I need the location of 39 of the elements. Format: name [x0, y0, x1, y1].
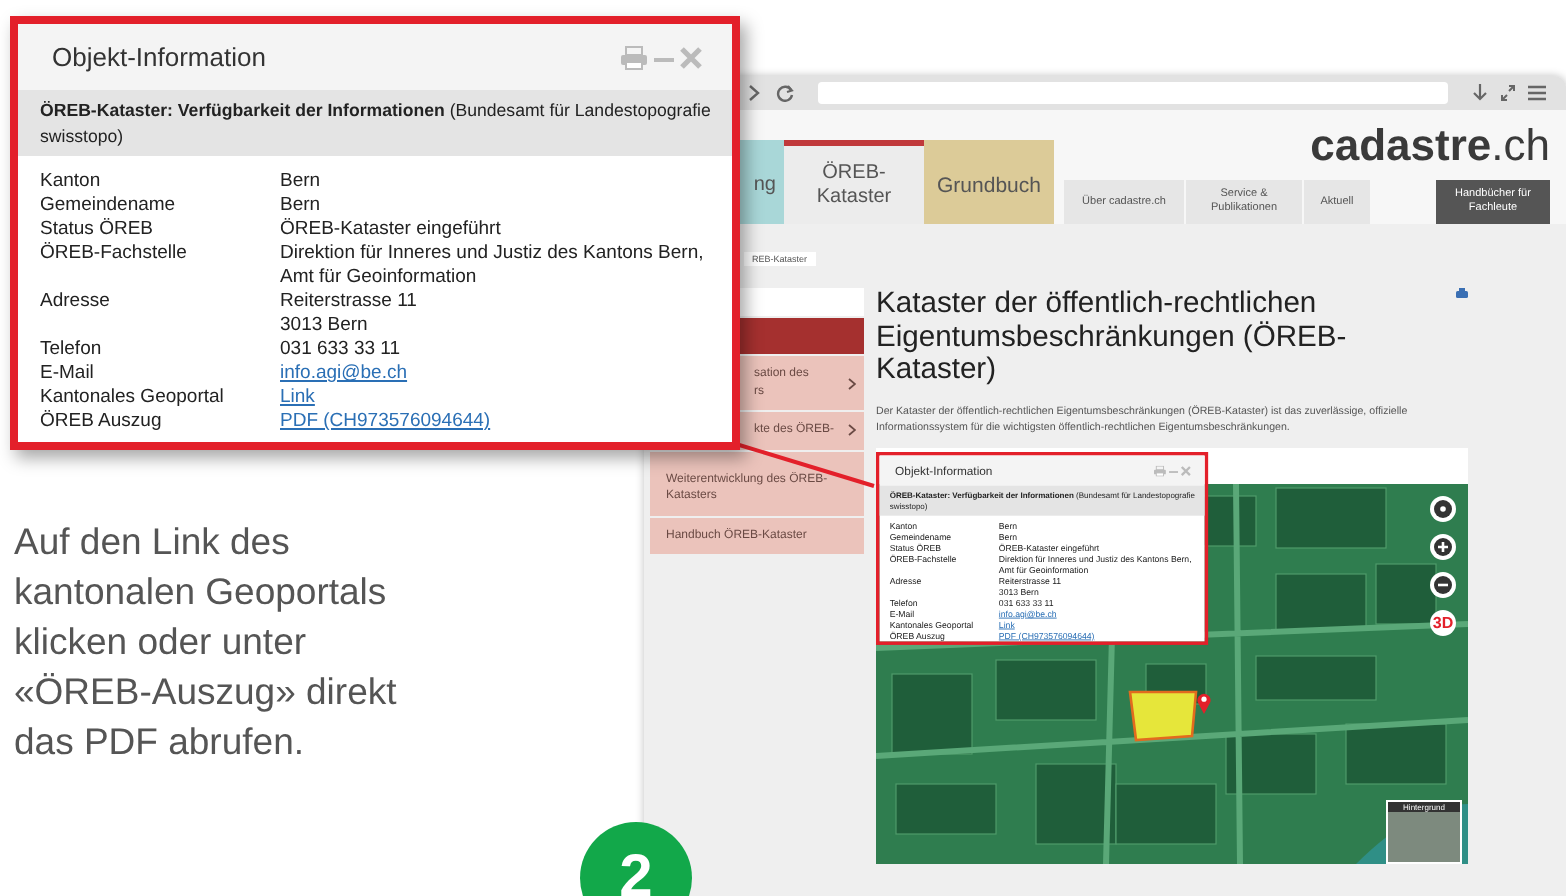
page-title: Kataster der öffentlich-rechtlichen Eigentumsbeschränkungen (ÖREB-Kataster) [876, 288, 1349, 387]
field-value: Bern [280, 194, 321, 218]
download-icon[interactable] [1472, 84, 1488, 102]
popup-title: Objekt-Information [52, 42, 266, 72]
reload-icon[interactable] [776, 84, 794, 102]
field-value: ÖREB-Kataster eingeführt [280, 218, 501, 242]
field-label: E-Mail [40, 362, 96, 386]
print-icon[interactable] [1456, 288, 1468, 298]
field-value: Direktion für Inneres und Justiz des Kantons Bern, [280, 242, 704, 266]
zoom-out-button[interactable] [1430, 571, 1456, 597]
field-value: Reiterstrasse 11 [280, 290, 417, 314]
locate-button[interactable] [1430, 495, 1456, 521]
field-value: 3013 Bern [280, 314, 368, 338]
instruction-text: Auf den Link des kantonalen Geoportals klicken oder unter «ÖREB-Auszug» direkt das PDF abrufen. [14, 518, 399, 766]
field-label: Adresse [40, 290, 112, 316]
field-label: Status ÖREB [40, 218, 155, 242]
site-logo: cadastre.ch [1310, 124, 1550, 168]
link[interactable]: PDF (CH973576094644) [280, 410, 491, 434]
popup-heading: ÖREB-Kataster: Verfügbarkeit der Informationen (Bundesamt für Landestopografie swisstopo) [18, 90, 732, 156]
field-label: Gemeindename [40, 194, 178, 218]
field-label: Kanton [40, 170, 103, 194]
field-value: Amt für Geoinformation [280, 266, 477, 290]
nav-tab[interactable]: Grundbuch [924, 140, 1054, 224]
expand-icon[interactable] [1500, 84, 1516, 102]
field-value: 031 633 33 11 [280, 338, 401, 362]
link[interactable]: info.agi@be.ch [280, 362, 408, 386]
link[interactable]: Link [280, 386, 315, 410]
zoom-in-button[interactable] [1430, 533, 1456, 559]
nav-tab[interactable]: ÖREB-Kataster [784, 140, 924, 224]
field-label: ÖREB-Fachstelle [40, 242, 189, 268]
field-value: Bern [280, 170, 321, 194]
forward-icon[interactable] [748, 84, 760, 102]
field-label: Kantonales Geoportal [40, 386, 226, 410]
field-label: ÖREB Auszug [40, 410, 164, 434]
step-badge: 2 [580, 822, 692, 896]
field-label: Telefon [40, 338, 104, 362]
menu-icon[interactable] [1528, 84, 1546, 102]
pin-icon [1196, 691, 1212, 713]
address-field[interactable] [818, 82, 1448, 104]
